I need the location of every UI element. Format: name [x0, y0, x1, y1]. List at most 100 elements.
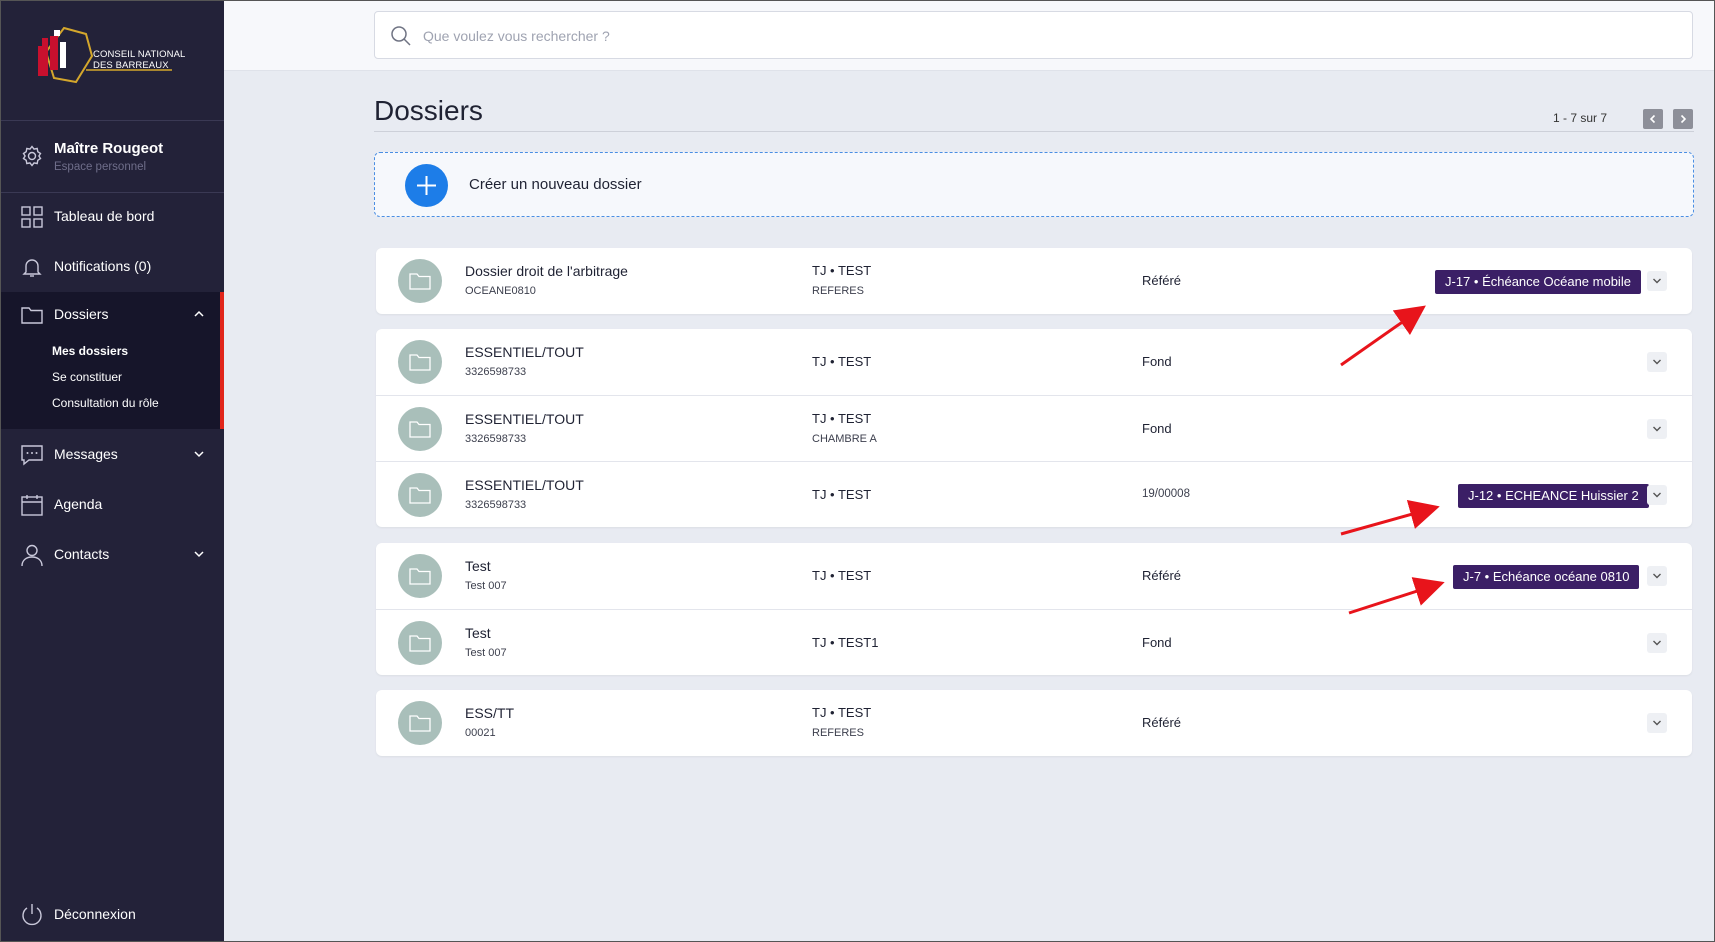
sidebar-item-dashboard[interactable]: Tableau de bord [0, 194, 224, 238]
expand-button[interactable] [1647, 271, 1667, 291]
dossier-type: Référé [1142, 568, 1182, 583]
dossier-code: 3326598733 [465, 499, 527, 511]
sidebar-subitem-consultation-role[interactable]: Consultation du rôle [52, 396, 159, 410]
dossier-chamber: REFERES [812, 285, 864, 297]
calendar-icon [21, 495, 43, 516]
dossier-name: Test [465, 625, 491, 641]
dossier-court: TJ • TEST [812, 411, 872, 426]
dossier-code: OCEANE0810 [465, 285, 536, 297]
deadline-badge[interactable]: J-17 • Échéance Océane mobile [1435, 270, 1641, 294]
dossier-code: 3326598733 [465, 433, 527, 445]
dossier-group: ESS/TT 00021 TJ • TEST REFERES Référé [376, 690, 1692, 756]
create-dossier-button[interactable]: Créer un nouveau dossier [374, 152, 1694, 217]
dossier-court: TJ • TEST [812, 354, 872, 369]
dossier-court: TJ • TEST [812, 487, 872, 502]
chevron-down-icon [1653, 492, 1661, 498]
dossiers-section: Dossiers Mes dossiers Se constituer Cons… [0, 292, 224, 429]
chevron-down-icon [1653, 573, 1661, 579]
dossier-row[interactable]: Test Test 007 TJ • TEST Référé J-7 • Ech… [376, 543, 1692, 609]
dossier-type: Référé [1142, 273, 1182, 288]
dossier-court: TJ • TEST [812, 705, 872, 720]
dossier-row[interactable]: Test Test 007 TJ • TEST1 Fond [376, 609, 1692, 675]
folder-icon [398, 621, 442, 665]
chat-icon [21, 445, 43, 466]
dossier-name: Test [465, 558, 491, 574]
sidebar-item-label: Notifications (0) [54, 258, 152, 274]
dossier-type: Référé [1142, 715, 1182, 730]
sidebar-divider [0, 120, 224, 121]
search-input[interactable] [423, 24, 1623, 48]
brand-line1: CONSEIL NATIONAL [93, 49, 186, 60]
dossier-group: ESSENTIEL/TOUT 3326598733 TJ • TEST Fond… [376, 329, 1692, 527]
next-page-button[interactable] [1673, 109, 1693, 129]
sidebar-divider [0, 192, 224, 193]
chevron-down-icon [1653, 359, 1661, 365]
deadline-badge[interactable]: J-12 • ECHEANCE Huissier 2 [1458, 484, 1649, 508]
logout-button[interactable]: Déconnexion [0, 892, 224, 936]
dossier-name: ESSENTIEL/TOUT [465, 411, 584, 427]
sidebar-item-agenda[interactable]: Agenda [0, 482, 224, 526]
folder-icon [398, 340, 442, 384]
dossier-row[interactable]: ESS/TT 00021 TJ • TEST REFERES Référé [376, 690, 1692, 756]
sidebar-item-contacts[interactable]: Contacts [0, 532, 224, 576]
dossier-row[interactable]: ESSENTIEL/TOUT 3326598733 TJ • TEST 19/0… [376, 461, 1692, 527]
sidebar-item-notifications[interactable]: Notifications (0) [0, 244, 224, 288]
expand-button[interactable] [1647, 713, 1667, 733]
dossier-type: Fond [1142, 635, 1172, 650]
sidebar-item-label: Tableau de bord [54, 208, 155, 224]
folder-icon [398, 701, 442, 745]
pagination-text: 1 - 7 sur 7 [1553, 111, 1608, 125]
chevron-down-icon [194, 451, 204, 458]
search-box[interactable] [374, 11, 1693, 59]
chevron-down-icon [1653, 426, 1661, 432]
plus-icon [405, 164, 448, 207]
expand-button[interactable] [1647, 352, 1667, 372]
chevron-left-icon [1649, 114, 1656, 124]
dossier-code: Test 007 [465, 647, 507, 659]
dossier-court: TJ • TEST [812, 568, 872, 583]
folder-icon [398, 407, 442, 451]
dossier-code: Test 007 [465, 580, 507, 592]
search-icon [391, 26, 411, 46]
sidebar-item-messages[interactable]: Messages [0, 432, 224, 476]
top-bar [224, 0, 1715, 71]
dossier-name: ESS/TT [465, 705, 515, 721]
chevron-right-icon [1680, 114, 1687, 124]
prev-page-button[interactable] [1643, 109, 1663, 129]
dossier-name: Dossier droit de l'arbitrage [465, 263, 628, 279]
chevron-down-icon [1653, 278, 1661, 284]
dossier-row[interactable]: ESSENTIEL/TOUT 3326598733 TJ • TEST CHAM… [376, 395, 1692, 461]
dossier-row[interactable]: Dossier droit de l'arbitrage OCEANE0810 … [376, 248, 1692, 314]
dossier-court: TJ • TEST1 [812, 635, 879, 650]
user-profile[interactable]: Maître Rougeot Espace personnel [0, 138, 224, 184]
dossier-name: ESSENTIEL/TOUT [465, 344, 584, 360]
dossier-row[interactable]: ESSENTIEL/TOUT 3326598733 TJ • TEST Fond [376, 329, 1692, 395]
expand-button[interactable] [1647, 566, 1667, 586]
user-subtitle: Espace personnel [54, 161, 147, 173]
sidebar-subitem-mes-dossiers[interactable]: Mes dossiers [52, 344, 128, 358]
dossier-court: TJ • TEST [812, 263, 872, 278]
folder-icon [398, 259, 442, 303]
expand-button[interactable] [1647, 419, 1667, 439]
user-name: Maître Rougeot [54, 140, 164, 157]
dossier-code: 3326598733 [465, 366, 527, 378]
chevron-down-icon [194, 551, 204, 558]
logout-label: Déconnexion [54, 906, 136, 922]
chevron-down-icon [1653, 720, 1661, 726]
dashboard-icon [21, 206, 43, 228]
power-icon [22, 904, 42, 926]
brand-name: CONSEIL NATIONAL DES BARREAUX [93, 49, 185, 71]
dossier-type: 19/00008 [1142, 488, 1190, 500]
expand-button[interactable] [1647, 633, 1667, 653]
page-title: Dossiers [374, 95, 483, 126]
title-divider [374, 131, 1694, 132]
chevron-up-icon [194, 310, 204, 317]
dossier-type: Fond [1142, 354, 1172, 369]
folder-icon [21, 307, 43, 324]
sidebar-item-label: Agenda [54, 496, 103, 512]
person-icon [21, 544, 43, 567]
sidebar-item-dossiers[interactable]: Dossiers [0, 292, 224, 336]
expand-button[interactable] [1647, 485, 1667, 505]
sidebar-subitem-se-constituer[interactable]: Se constituer [52, 370, 122, 384]
deadline-badge[interactable]: J-7 • Echéance océane 0810 [1453, 565, 1640, 589]
